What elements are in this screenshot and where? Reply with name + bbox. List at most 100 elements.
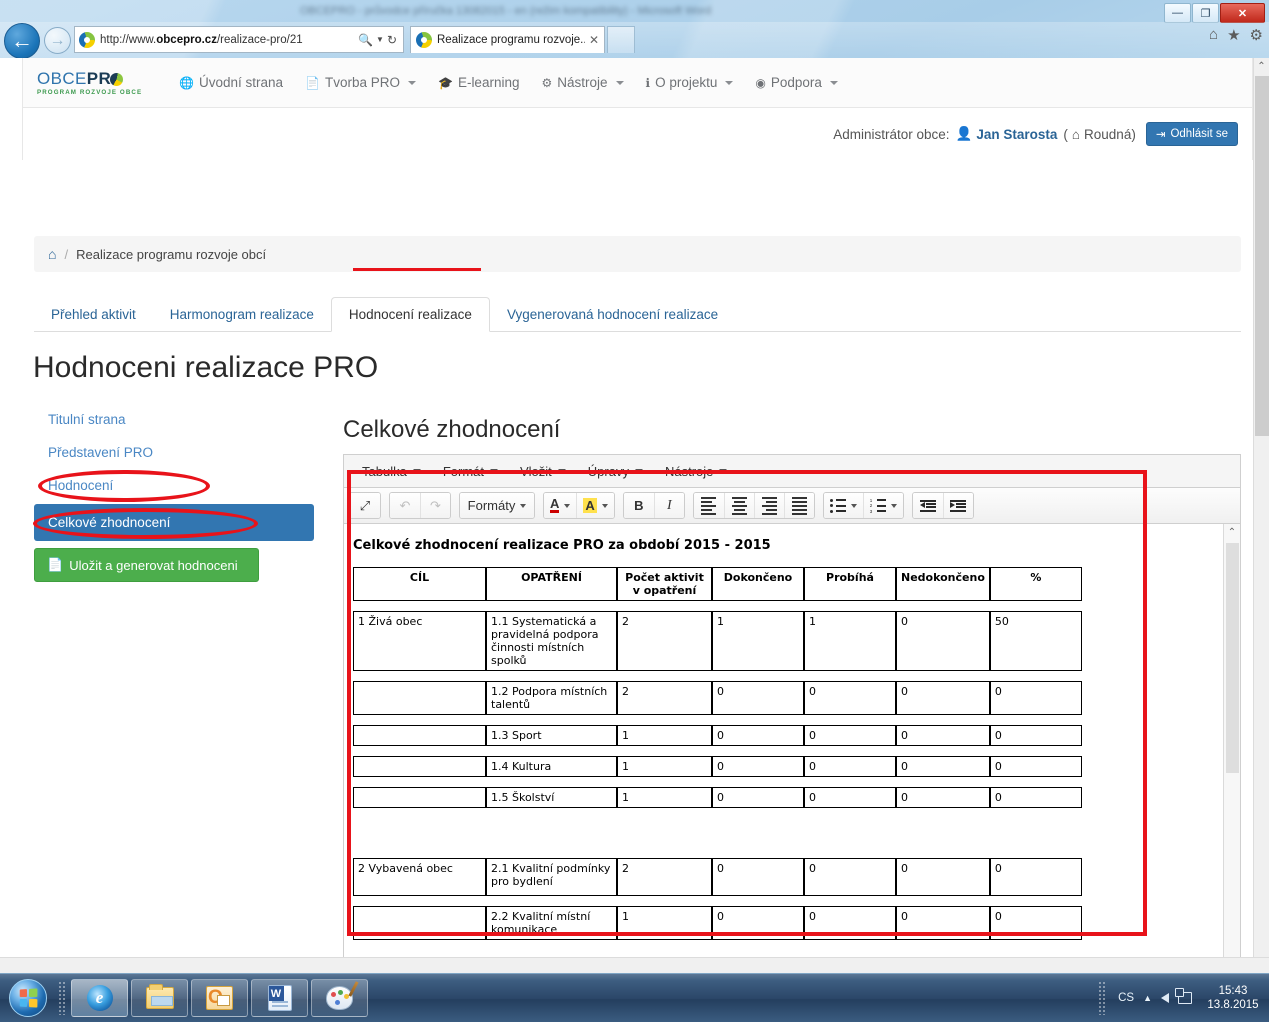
align-right-icon[interactable] — [753, 493, 784, 518]
site-logo[interactable]: OBCEPR PROGRAM ROZVOJE OBCE — [37, 69, 157, 96]
fullscreen-icon[interactable]: ⤢ — [350, 493, 380, 518]
network-icon[interactable] — [1175, 988, 1192, 1004]
home-icon[interactable]: ⌂ — [1209, 26, 1218, 44]
background-color-icon[interactable]: A — [576, 493, 614, 518]
scroll-up-icon[interactable]: ⌃ — [1224, 524, 1240, 541]
cell-done: 1 — [712, 611, 804, 671]
sidebar-item-hodnoceni[interactable]: Hodnocení — [34, 469, 314, 502]
chevron-down-icon — [850, 503, 857, 508]
windows-logo-icon — [9, 979, 47, 1017]
sidebar-item-celkove-zhodnoceni[interactable]: Celkové zhodnocení — [34, 504, 314, 541]
logout-button[interactable]: ⇥ Odhlásit se — [1145, 122, 1238, 146]
nav-item-e-learning[interactable]: 🎓 E-learning — [438, 75, 520, 90]
refresh-icon[interactable]: ↻ — [387, 33, 397, 47]
tab-vygenerovana-hodnoceni-realizace[interactable]: Vygenerovaná hodnocení realizace — [490, 298, 735, 331]
scroll-up-icon[interactable]: ⌃ — [1254, 58, 1269, 74]
browser-tab-active[interactable]: Realizace programu rozvoje... ✕ — [410, 26, 605, 53]
editor-menu-vlozit[interactable]: Vložit — [510, 460, 576, 483]
editor-vertical-scrollbar[interactable]: ⌃ ⌄ — [1223, 524, 1240, 973]
user-role-label: Administrátor obce: — [833, 126, 950, 142]
close-button[interactable]: ✕ — [1220, 3, 1265, 23]
home-icon[interactable]: ⌂ — [48, 246, 56, 262]
formats-dropdown[interactable]: Formáty — [460, 493, 534, 518]
clock[interactable]: 15:43 13.8.2015 — [1201, 984, 1265, 1012]
internet-explorer-icon: e — [86, 985, 113, 1011]
sidebar-item-predstaveni-pro[interactable]: Představení PRO — [34, 436, 314, 469]
taskbar-word[interactable] — [251, 979, 308, 1017]
align-center-icon[interactable] — [723, 493, 754, 518]
language-indicator[interactable]: CS — [1118, 992, 1134, 1004]
text-color-icon[interactable]: A — [544, 493, 577, 518]
favorites-star-icon[interactable]: ★ — [1227, 26, 1240, 44]
lifebuoy-icon: ◉ — [755, 75, 766, 90]
toolbar-group-indent — [911, 492, 974, 519]
taskbar-internet-explorer[interactable]: e — [71, 979, 128, 1017]
italic-icon[interactable]: I — [653, 493, 684, 518]
page-title: Hodnoceni realizace PRO — [33, 351, 379, 384]
editor-menu-upravy[interactable]: Úpravy — [578, 460, 653, 483]
editor-menu-format[interactable]: Formát — [433, 460, 508, 483]
system-tray: CS ▲ 15:43 13.8.2015 — [1094, 981, 1269, 1015]
new-tab-button[interactable] — [607, 26, 635, 53]
evaluation-table: CÍL OPATŘENÍ Počet aktivit v opatření Dok… — [353, 567, 1082, 940]
speaker-icon[interactable] — [1161, 993, 1169, 1003]
minimize-button[interactable]: — — [1164, 3, 1191, 23]
editor-section-title: Celkové zhodnocení — [343, 416, 561, 443]
taskbar-outlook[interactable] — [191, 979, 248, 1017]
browser-forward-button[interactable]: → — [44, 27, 71, 54]
search-icon[interactable]: 🔍 — [358, 33, 373, 47]
restore-button[interactable]: ❐ — [1192, 3, 1219, 23]
table-spacer — [353, 671, 1082, 681]
browser-vertical-scrollbar[interactable]: ⌃ — [1253, 58, 1269, 973]
col-header-cil: CÍL — [353, 567, 486, 601]
undo-icon[interactable]: ↶ — [390, 493, 420, 518]
cell-goal: 2 Vybavená obec — [353, 858, 486, 896]
align-left-icon[interactable] — [693, 493, 724, 518]
toolbar-group-align — [692, 492, 815, 519]
cell-pct: 0 — [989, 787, 1082, 808]
cell-running: 0 — [804, 787, 896, 808]
taskbar-explorer[interactable] — [131, 979, 188, 1017]
nav-item-podpora[interactable]: ◉ Podpora — [755, 75, 838, 90]
bullet-list-icon[interactable] — [823, 493, 863, 518]
chevron-down-icon — [489, 469, 498, 473]
browser-horizontal-scrollbar[interactable] — [0, 957, 1269, 973]
annotation-underline-tab — [353, 268, 481, 271]
align-justify-icon[interactable] — [783, 493, 814, 518]
gear-icon[interactable]: ⚙ — [1250, 26, 1263, 44]
nav-item-uvodni-strana[interactable]: 🌐 Úvodní strana — [179, 75, 283, 90]
sidebar-item-titulni-strana[interactable]: Titulní strana — [34, 403, 314, 436]
start-button[interactable] — [2, 976, 54, 1020]
cell-count: 2 — [617, 611, 712, 671]
numbered-list-icon[interactable]: 123 — [862, 493, 903, 518]
browser-back-button[interactable]: ← — [4, 23, 40, 59]
indent-icon[interactable] — [942, 493, 973, 518]
address-bar-icons: 🔍 ▼ ↻ — [358, 33, 399, 47]
nav-item-tvorba-pro[interactable]: 📄 Tvorba PRO — [305, 75, 416, 90]
address-bar[interactable]: http://www.obcepro.cz/realizace-pro/21 🔍… — [74, 26, 404, 53]
outdent-icon[interactable] — [912, 493, 943, 518]
tab-harmonogram-realizace[interactable]: Harmonogram realizace — [153, 298, 331, 331]
cell-running: 0 — [804, 858, 896, 896]
browser-scroll-thumb[interactable] — [1255, 76, 1269, 436]
caret-up-icon[interactable]: ▲ — [1143, 993, 1152, 1003]
nav-item-nastroje[interactable]: ⚙ Nástroje — [541, 75, 624, 90]
tab-favicon-icon — [416, 32, 432, 48]
tab-prehled-aktivit[interactable]: Přehled aktivit — [34, 298, 153, 331]
editor-body[interactable]: Celkové zhodnocení realizace PRO za obdo… — [343, 524, 1241, 973]
nav-item-o-projektu[interactable]: ℹ O projektu — [646, 75, 734, 90]
editor-menu-tabulka[interactable]: Tabulka — [352, 460, 431, 483]
user-name[interactable]: Jan Starosta — [976, 127, 1057, 142]
chevron-down-icon[interactable]: ▼ — [376, 35, 384, 44]
tab-close-icon[interactable]: ✕ — [585, 33, 599, 47]
tab-hodnoceni-realizace[interactable]: Hodnocení realizace — [330, 297, 490, 332]
save-and-generate-button[interactable]: 📄 Uložit a generovat hodnoceni — [34, 548, 259, 582]
editor-menu-nastroje[interactable]: Nástroje — [655, 460, 737, 483]
bold-icon[interactable]: B — [623, 493, 654, 518]
editor-scroll-thumb[interactable] — [1226, 543, 1239, 773]
document-heading: Celkové zhodnocení realizace PRO za obdo… — [353, 538, 771, 553]
editor-content-area[interactable]: Celkové zhodnocení realizace PRO za obdo… — [344, 524, 1223, 973]
cell-notdone: 0 — [896, 681, 990, 715]
taskbar-paint[interactable] — [311, 979, 368, 1017]
redo-icon[interactable]: ↷ — [420, 493, 450, 518]
